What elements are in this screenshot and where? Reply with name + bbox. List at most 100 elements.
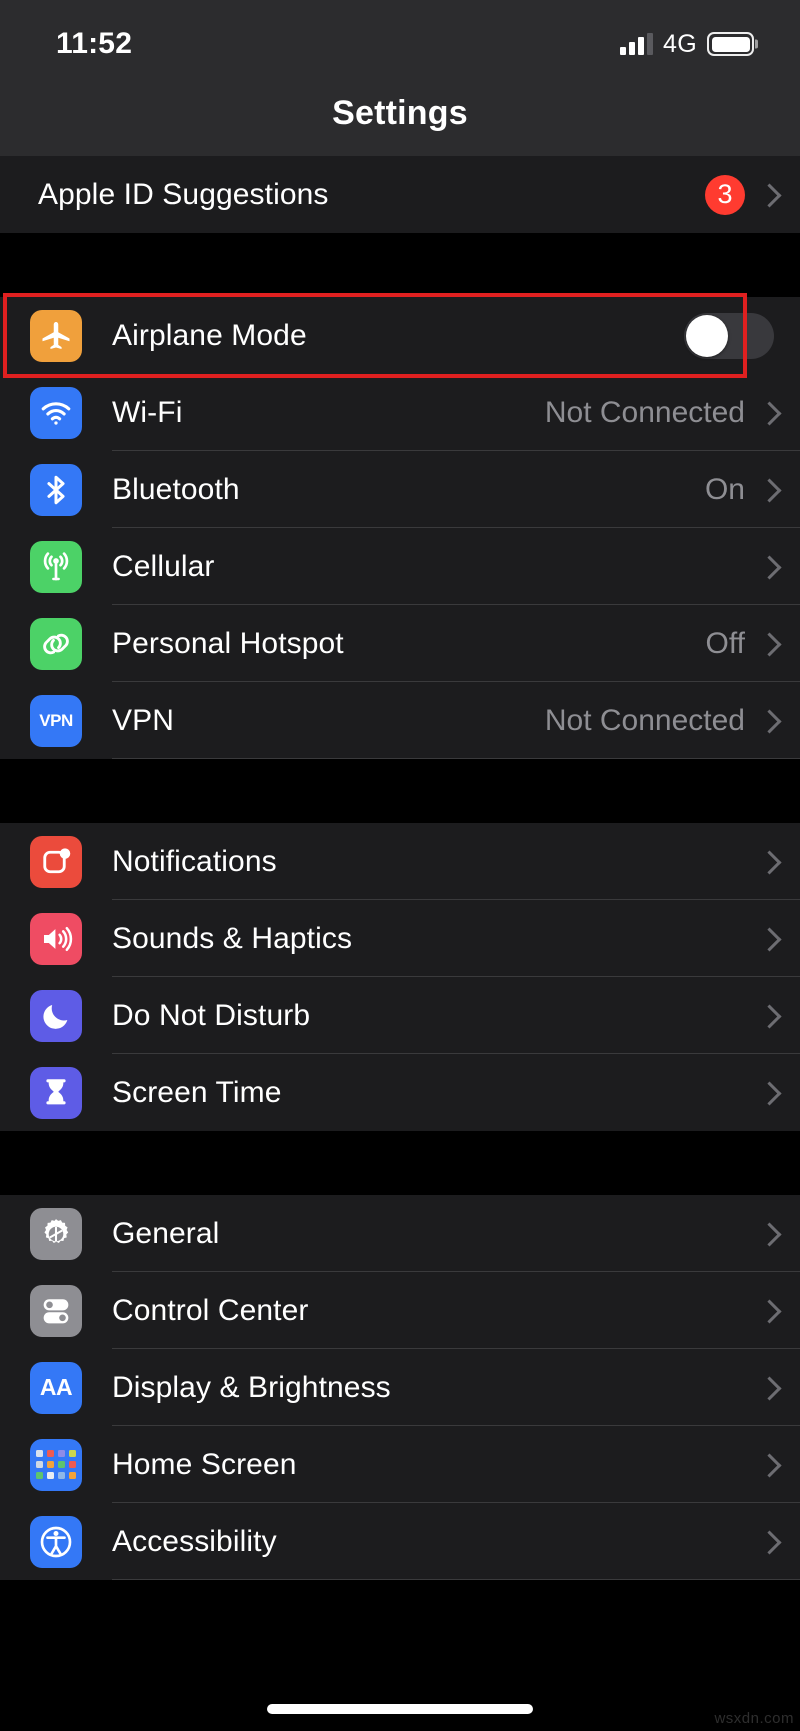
row-separator	[112, 1579, 800, 1580]
accessibility-person-icon	[30, 1515, 82, 1568]
row-accessories: 3	[705, 174, 774, 215]
airplane-icon	[30, 309, 82, 362]
signal-bars-icon	[620, 33, 654, 55]
row-accessories	[761, 1223, 774, 1245]
row-accessories	[761, 1377, 774, 1399]
row-accessories	[684, 312, 774, 359]
toggle-knob	[686, 314, 728, 357]
row-value: Not Connected	[544, 703, 745, 737]
status-bar-clock: 11:52	[56, 27, 133, 60]
cellular-antenna-icon	[30, 540, 82, 593]
row-value: On	[704, 472, 745, 506]
row-icon-slot	[0, 1515, 112, 1568]
row-icon-slot	[0, 1066, 112, 1119]
row-icon-slot	[0, 989, 112, 1042]
settings-row-general[interactable]: General	[0, 1195, 800, 1272]
settings-row-apple-id-suggestions[interactable]: Apple ID Suggestions 3	[0, 156, 800, 233]
moon-icon	[30, 989, 82, 1042]
chevron-right-icon	[761, 1082, 774, 1104]
row-value: Not Connected	[544, 395, 745, 429]
speaker-icon	[30, 912, 82, 965]
settings-group-connectivity: Airplane Mode Wi-Fi Not Connected Blueto…	[0, 297, 800, 759]
settings-row-home-screen[interactable]: Home Screen	[0, 1426, 800, 1503]
bluetooth-icon	[30, 463, 82, 516]
row-accessories	[761, 1005, 774, 1027]
settings-row-vpn[interactable]: VPN VPN Not Connected	[0, 682, 800, 759]
row-accessories	[761, 928, 774, 950]
row-label: Do Not Disturb	[112, 998, 311, 1032]
row-icon-slot	[0, 1207, 112, 1260]
row-label: Sounds & Haptics	[112, 921, 353, 955]
row-icon-slot	[0, 463, 112, 516]
row-label: Notifications	[112, 844, 277, 878]
battery-icon	[707, 32, 754, 56]
settings-row-screen-time[interactable]: Screen Time	[0, 1054, 800, 1131]
row-accessories	[761, 1531, 774, 1553]
row-icon-slot	[0, 386, 112, 439]
row-accessories	[745, 556, 774, 578]
home-indicator	[267, 1704, 533, 1714]
status-badge: 3	[705, 174, 745, 215]
hotspot-link-icon	[30, 617, 82, 670]
settings-row-sounds-haptics[interactable]: Sounds & Haptics	[0, 900, 800, 977]
row-icon-slot	[0, 835, 112, 888]
row-icon-slot	[0, 617, 112, 670]
chevron-right-icon	[761, 851, 774, 873]
chevron-right-icon	[761, 1377, 774, 1399]
chevron-right-icon	[761, 556, 774, 578]
gear-icon	[30, 1207, 82, 1260]
group-spacer	[0, 233, 800, 297]
iphone-settings-screen: 11:52 4G Settings Apple ID Suggestions 3	[0, 0, 800, 1731]
row-label: Screen Time	[112, 1075, 282, 1109]
display-aa-icon-label: AA	[39, 1374, 73, 1400]
wifi-icon	[30, 386, 82, 439]
row-label: Accessibility	[112, 1524, 277, 1558]
control-center-toggles-icon	[30, 1284, 82, 1337]
row-separator	[112, 758, 800, 759]
row-label: Display & Brightness	[112, 1370, 391, 1404]
chevron-right-icon	[761, 710, 774, 732]
chevron-right-icon	[761, 1300, 774, 1322]
settings-row-accessibility[interactable]: Accessibility	[0, 1503, 800, 1580]
settings-row-personal-hotspot[interactable]: Personal Hotspot Off	[0, 605, 800, 682]
row-icon-slot	[0, 912, 112, 965]
settings-row-bluetooth[interactable]: Bluetooth On	[0, 451, 800, 528]
settings-group-suggestions: Apple ID Suggestions 3	[0, 156, 800, 233]
airplane-mode-toggle[interactable]	[684, 312, 774, 359]
settings-group-notifications: Notifications Sounds & Haptics Do Not Di…	[0, 823, 800, 1131]
row-label: Cellular	[112, 549, 215, 583]
notifications-badge-icon	[30, 835, 82, 888]
chevron-right-icon	[761, 1531, 774, 1553]
group-spacer	[0, 1131, 800, 1195]
settings-row-do-not-disturb[interactable]: Do Not Disturb	[0, 977, 800, 1054]
row-icon-slot: AA	[0, 1361, 112, 1414]
row-label: Bluetooth	[112, 472, 240, 506]
chevron-right-icon	[761, 1005, 774, 1027]
chevron-right-icon	[761, 633, 774, 655]
row-icon-slot	[0, 540, 112, 593]
settings-row-airplane-mode[interactable]: Airplane Mode	[0, 297, 800, 374]
settings-row-notifications[interactable]: Notifications	[0, 823, 800, 900]
settings-row-cellular[interactable]: Cellular	[0, 528, 800, 605]
row-label: Home Screen	[112, 1447, 297, 1481]
row-icon-slot	[0, 1284, 112, 1337]
row-label: General	[112, 1216, 220, 1250]
status-bar: 11:52 4G	[0, 0, 800, 88]
settings-row-display-brightness[interactable]: AA Display & Brightness	[0, 1349, 800, 1426]
group-spacer	[0, 759, 800, 823]
row-accessories: On	[705, 473, 774, 507]
row-label: Wi-Fi	[112, 395, 183, 429]
row-accessories	[761, 851, 774, 873]
row-icon-slot	[0, 1438, 112, 1491]
row-icon-slot: VPN	[0, 694, 112, 747]
chevron-right-icon	[761, 184, 774, 206]
chevron-right-icon	[761, 1223, 774, 1245]
settings-row-wifi[interactable]: Wi-Fi Not Connected	[0, 374, 800, 451]
chevron-right-icon	[761, 402, 774, 424]
row-accessories	[761, 1454, 774, 1476]
settings-row-control-center[interactable]: Control Center	[0, 1272, 800, 1349]
home-screen-grid-icon	[30, 1438, 82, 1491]
display-aa-icon: AA	[30, 1361, 82, 1414]
row-value: Off	[705, 626, 745, 660]
vpn-icon: VPN	[30, 694, 82, 747]
